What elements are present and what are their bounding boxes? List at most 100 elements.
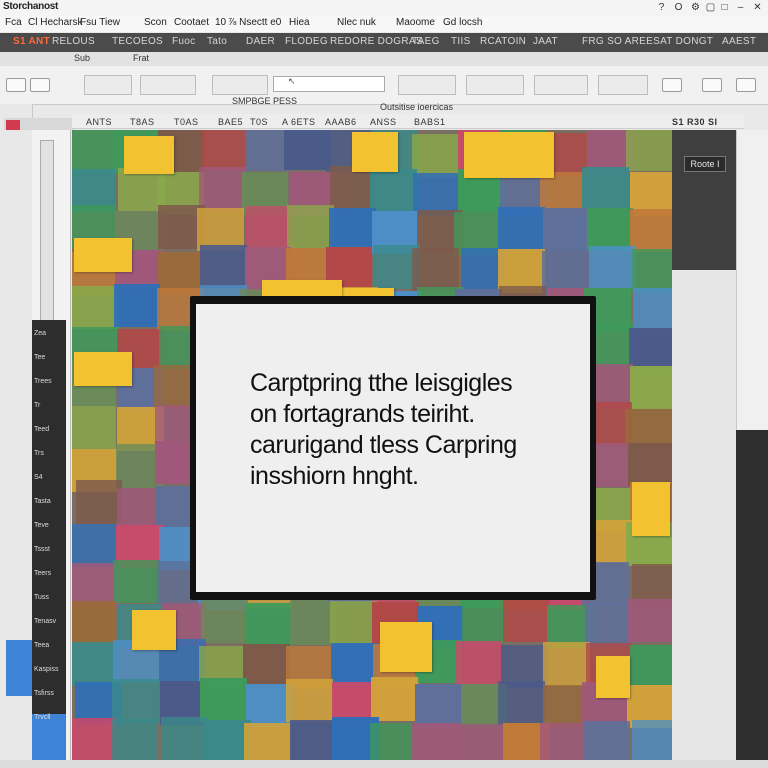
new-file-icon[interactable] <box>6 78 26 92</box>
menu-item[interactable]: Fca <box>5 17 22 28</box>
layer-item[interactable]: Teed <box>34 426 64 434</box>
ribbon-tab[interactable]: TIIS <box>451 36 471 47</box>
canvas-tile <box>414 683 462 728</box>
panel-tag[interactable]: Roote I <box>684 156 726 172</box>
menu-item[interactable]: Cootaet <box>174 17 209 28</box>
layer-item[interactable]: Kaspiss <box>34 666 64 674</box>
menu-item[interactable]: Fsu Tiew <box>80 17 120 28</box>
layer-item[interactable]: Tee <box>34 354 64 362</box>
ruler-label: A 6ETS <box>282 117 316 127</box>
canvas-tile <box>632 720 672 760</box>
cursor-icon: ↖ <box>288 76 296 86</box>
ribbon-tab[interactable]: Fuoc <box>172 36 195 47</box>
layer-item[interactable]: Trs <box>34 450 64 458</box>
canvas-tile-highlight <box>74 238 132 272</box>
ribbon-tab[interactable]: RCATOIN <box>480 36 526 47</box>
ruler-label: AAAB6 <box>325 117 357 127</box>
menu-item[interactable]: Scon <box>144 17 167 28</box>
layer-item[interactable]: Teve <box>34 522 64 530</box>
canvas-tile <box>502 598 550 643</box>
vertical-slider[interactable] <box>40 140 54 322</box>
menu-item[interactable]: ⅞ Nsectt e0 <box>228 17 281 28</box>
layer-item[interactable]: Trees <box>34 378 64 386</box>
tool-icon[interactable] <box>702 78 722 92</box>
menu-item[interactable]: Nlec nuk <box>337 17 376 28</box>
canvas-tile <box>456 723 504 760</box>
ribbon-tab[interactable]: TAEG <box>412 36 440 47</box>
canvas-tile-highlight <box>632 482 670 536</box>
settings-icon[interactable]: ⚙ <box>690 2 701 13</box>
canvas-tile <box>110 719 158 760</box>
toolbar-group[interactable] <box>398 75 456 95</box>
minimize-icon[interactable]: – <box>735 2 746 13</box>
canvas-tile <box>245 602 292 647</box>
ribbon-tab[interactable]: AAEST <box>722 36 756 47</box>
ribbon-tab[interactable]: DAER <box>246 36 275 47</box>
canvas-tile <box>628 442 672 487</box>
ribbon-tab[interactable]: Tato <box>207 36 227 47</box>
red-marker <box>6 120 20 130</box>
canvas-tile <box>243 723 291 760</box>
canvas-tile <box>330 600 377 644</box>
ribbon-tab[interactable]: REDORE DOGRAS <box>330 36 423 47</box>
sub-ribbon-item[interactable]: Sub <box>74 53 90 63</box>
layer-item[interactable]: Tsfirss <box>34 690 64 698</box>
canvas-tile <box>540 722 587 760</box>
close-icon[interactable]: ✕ <box>752 2 763 13</box>
menu-item[interactable]: Hiea <box>289 17 310 28</box>
menu-item[interactable]: Gd locsh <box>443 17 482 28</box>
layer-item[interactable]: Zea <box>34 330 64 338</box>
canvas-tile <box>630 208 672 253</box>
tool-icon[interactable] <box>662 78 682 92</box>
canvas-tile <box>245 205 293 250</box>
toolbar-group[interactable] <box>598 75 648 95</box>
canvas-tile <box>201 599 248 644</box>
canvas-tile-highlight <box>596 656 630 698</box>
layer-item[interactable]: S4 <box>34 474 64 482</box>
ruler-label: T0S <box>250 117 269 127</box>
restore-icon[interactable]: ▢ <box>705 2 716 13</box>
toolbar-group[interactable] <box>534 75 588 95</box>
ruler-label: T8AS <box>130 117 155 127</box>
canvas-tile <box>75 480 123 524</box>
tool-icon[interactable] <box>736 78 756 92</box>
help-icon[interactable]: ? <box>656 2 667 13</box>
tab-active[interactable]: S1 ANT <box>13 36 50 47</box>
layer-item[interactable]: Tenasv <box>34 618 64 626</box>
maximize-icon[interactable]: □ <box>719 2 730 13</box>
layer-item[interactable]: Trvcll <box>34 714 64 722</box>
ruler-label: BAE5 <box>218 117 244 127</box>
dialog-line: Carptpring tthe leisgigles <box>250 369 513 397</box>
account-icon[interactable]: O <box>673 2 684 13</box>
ribbon-tab[interactable]: FLODEG <box>285 36 328 47</box>
canvas-tile <box>160 717 208 760</box>
canvas-tile <box>113 560 161 604</box>
layer-item[interactable]: Tasta <box>34 498 64 506</box>
dialog-line: insshiorn hnght. <box>250 462 419 490</box>
right-panel-light <box>672 270 736 760</box>
layer-item[interactable]: Teea <box>34 642 64 650</box>
ribbon-tab[interactable]: TECOEOS <box>112 36 163 47</box>
ribbon-tab[interactable]: FRG SO AREESAT DONGT <box>582 36 713 47</box>
canvas-tile <box>498 207 545 251</box>
toolbar-group[interactable] <box>212 75 268 95</box>
ribbon-tab[interactable]: JAAT <box>533 36 558 47</box>
layer-item[interactable]: Teers <box>34 570 64 578</box>
open-file-icon[interactable] <box>30 78 50 92</box>
ribbon-tab[interactable]: RELOUS <box>52 36 95 47</box>
canvas-tile <box>412 133 460 178</box>
layer-item[interactable]: Tuss <box>34 594 64 602</box>
toolbar-group[interactable] <box>140 75 196 95</box>
canvas-tile <box>370 677 418 721</box>
sub-ribbon-item[interactable]: Frat <box>133 53 149 63</box>
layer-item[interactable]: Tssst <box>34 546 64 554</box>
canvas-tile <box>113 283 161 328</box>
menu-item[interactable]: Maoome <box>396 17 435 28</box>
canvas-tile <box>72 405 116 449</box>
toolbar-group[interactable] <box>84 75 132 95</box>
ruler-label: ANTS <box>86 117 113 127</box>
menu-item[interactable]: 10 <box>215 17 226 28</box>
layer-item[interactable]: Tr <box>34 402 64 410</box>
toolbar-group[interactable] <box>466 75 524 95</box>
menu-item[interactable]: Cl Hecharsk <box>28 17 82 28</box>
